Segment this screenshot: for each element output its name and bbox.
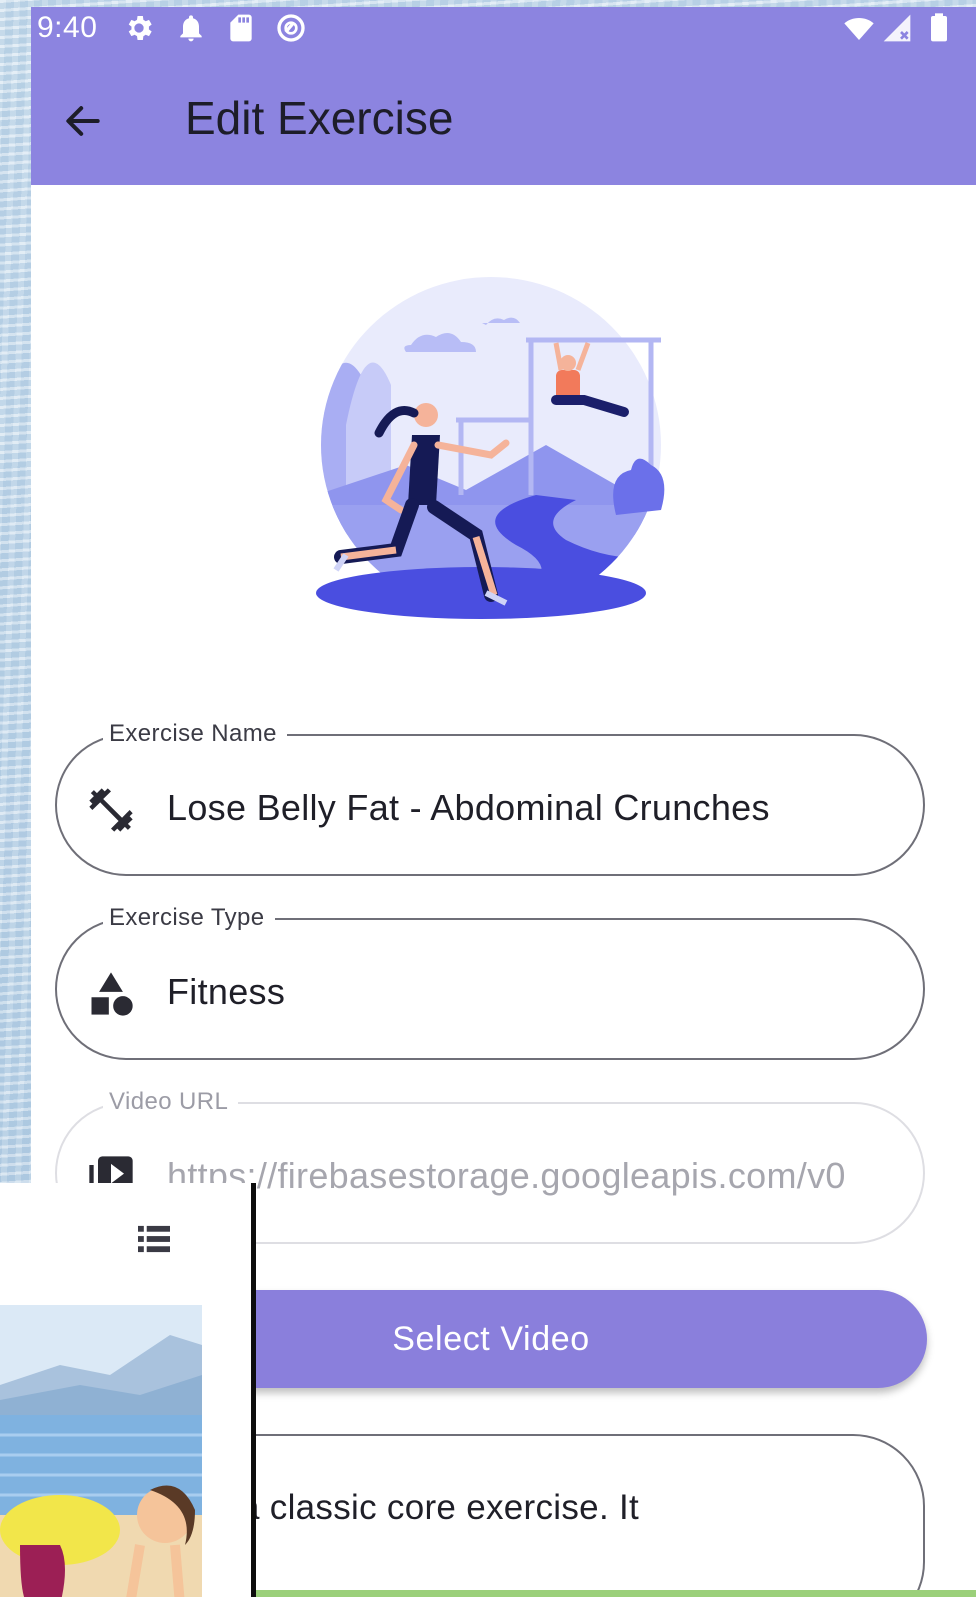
exercise-name-field[interactable]: Exercise Name Lose Belly Fat - Abdominal…	[55, 720, 925, 876]
sd-card-icon	[230, 14, 252, 42]
app-bar: 9:40 Edit Exercise	[31, 7, 976, 185]
gear-icon	[128, 16, 152, 40]
battery-icon	[931, 13, 947, 42]
bell-icon	[180, 15, 202, 42]
video-url-label: Video URL	[103, 1088, 239, 1116]
arrow-back-icon[interactable]	[61, 99, 105, 143]
signal-icon	[883, 14, 911, 42]
sync-icon	[277, 14, 305, 42]
status-bar: 9:40	[31, 7, 976, 51]
category-shapes-icon	[91, 972, 133, 1016]
page-title: Edit Exercise	[185, 92, 454, 144]
exercise-type-label: Exercise Type	[103, 904, 275, 932]
list-icon[interactable]	[136, 1223, 172, 1255]
exercise-thumbnail[interactable]	[0, 1305, 202, 1597]
dumbbell-icon	[89, 788, 133, 832]
video-url-input: https://firebasestorage.googleapis.com/v…	[167, 1155, 846, 1196]
fitness-illustration	[316, 277, 665, 619]
overlay-window	[0, 1183, 256, 1597]
wifi-icon	[844, 18, 874, 40]
exercise-type-input[interactable]: Fitness	[167, 971, 285, 1013]
exercise-name-label: Exercise Name	[103, 720, 287, 748]
exercise-type-field[interactable]: Exercise Type Fitness	[55, 904, 925, 1060]
status-time: 9:40	[37, 11, 98, 44]
exercise-name-input[interactable]: Lose Belly Fat - Abdominal Crunches	[167, 787, 770, 829]
